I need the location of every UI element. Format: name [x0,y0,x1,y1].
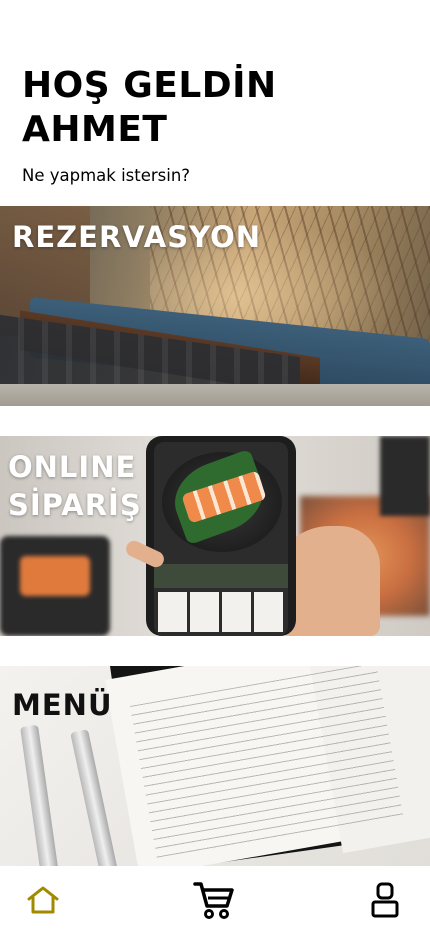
user-icon [371,882,399,918]
home-icon [27,886,59,914]
reservation-card-title-line: REZERVASYON [12,220,262,254]
greeting-subtitle: Ne yapmak istersin? [22,166,191,185]
greeting-line-1: HOŞ GELDİN [22,65,277,106]
cart-icon [193,882,234,919]
nav-cart-button[interactable] [192,878,236,922]
online-order-card-title: ONLINE SİPARİŞ [8,448,142,524]
nav-profile-button[interactable] [363,878,407,922]
menu-card[interactable]: MENÜ [0,666,430,866]
app-screen: HOŞ GELDİN AHMET Ne yapmak istersin? REZ… [0,0,430,932]
online-order-card-title-line-1: ONLINE [8,450,137,484]
online-order-card-title-line-2: SİPARİŞ [8,488,142,522]
online-order-card[interactable]: ONLINE SİPARİŞ [0,436,430,636]
greeting-title: HOŞ GELDİN AHMET [22,64,402,152]
reservation-card-title: REZERVASYON [12,220,261,254]
bottom-nav [0,866,430,932]
menu-card-title: MENÜ [12,688,113,722]
nav-home-button[interactable] [21,878,65,922]
greeting-line-2: AHMET [22,109,168,150]
menu-card-title-line: MENÜ [12,688,113,722]
reservation-card[interactable]: REZERVASYON [0,206,430,406]
